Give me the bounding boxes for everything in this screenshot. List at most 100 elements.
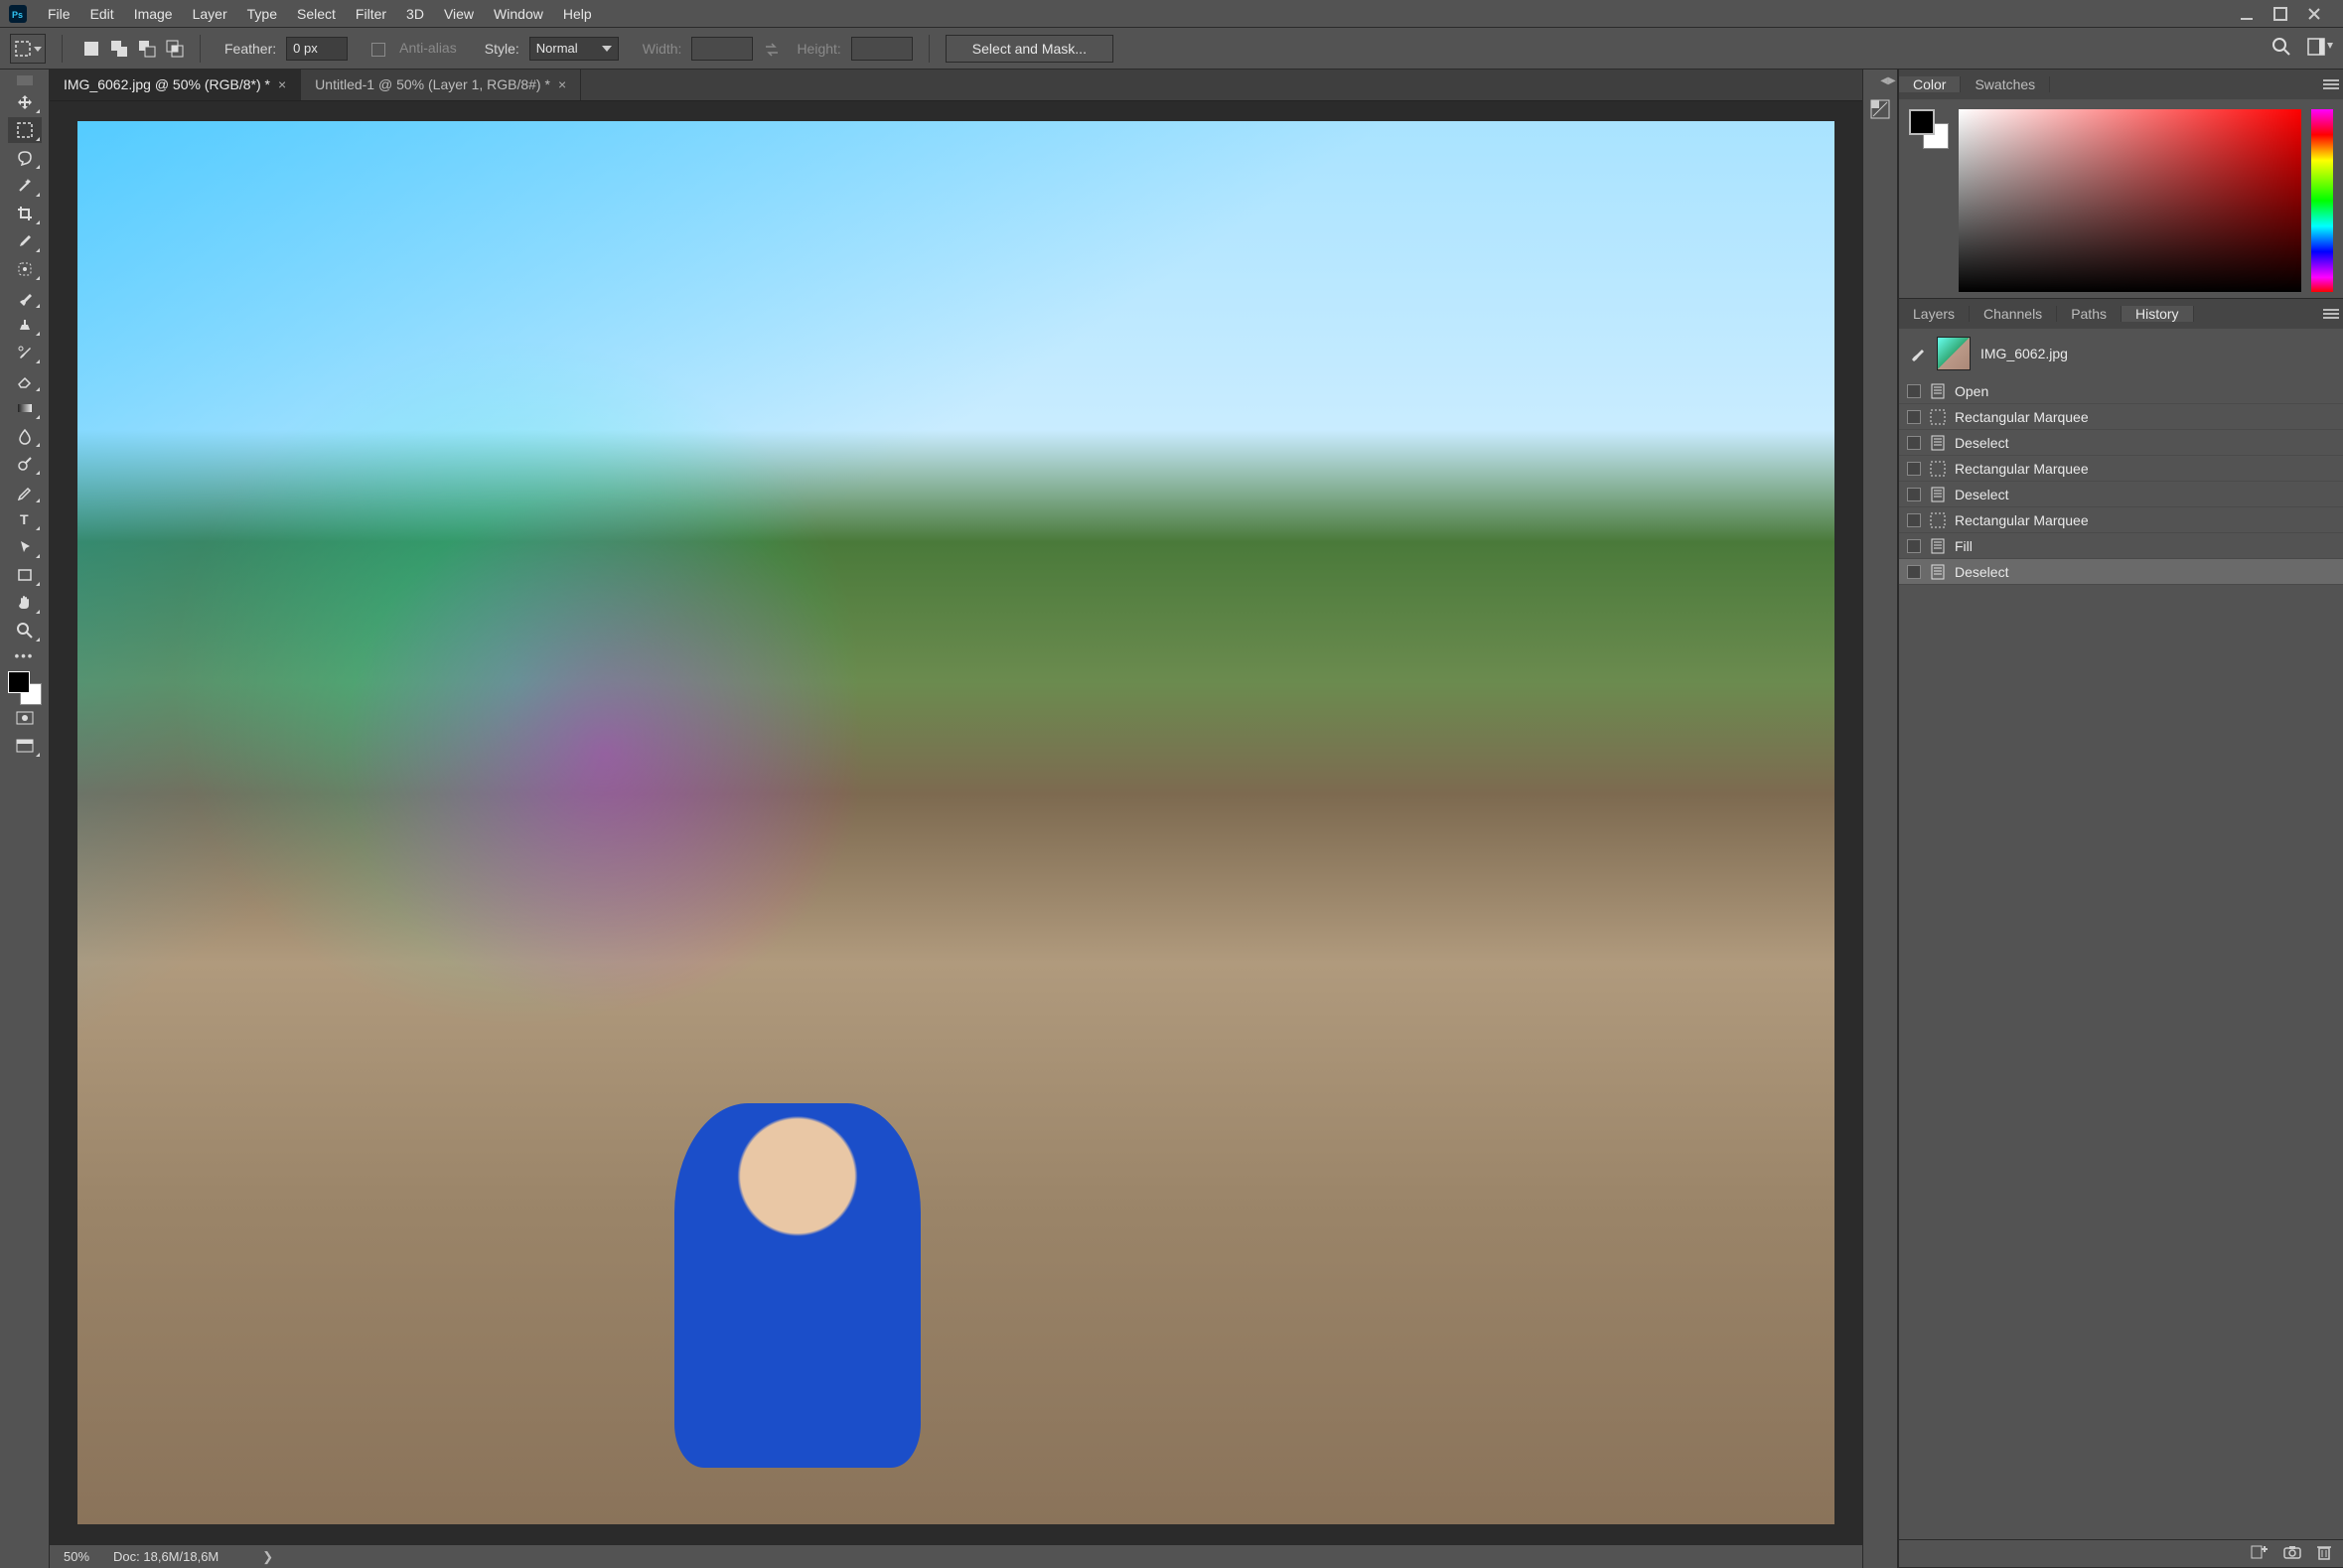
tool-dodge[interactable] bbox=[8, 451, 42, 477]
foreground-background-swatches[interactable] bbox=[8, 671, 42, 705]
tool-eyedropper[interactable] bbox=[8, 228, 42, 254]
toolbox-collapse-handle[interactable] bbox=[17, 75, 33, 85]
menu-item-filter[interactable]: Filter bbox=[346, 2, 396, 26]
tool-spot-heal[interactable] bbox=[8, 256, 42, 282]
menu-item-layer[interactable]: Layer bbox=[183, 2, 237, 26]
history-state-row[interactable]: Open bbox=[1899, 378, 2343, 404]
history-source-toggle[interactable] bbox=[1907, 539, 1921, 553]
history-state-row[interactable]: Deselect bbox=[1899, 559, 2343, 585]
history-state-row[interactable]: Rectangular Marquee bbox=[1899, 456, 2343, 482]
close-tab-icon[interactable]: × bbox=[558, 76, 566, 92]
panel-menu-icon[interactable] bbox=[2319, 299, 2343, 329]
history-state-row[interactable]: Rectangular Marquee bbox=[1899, 507, 2343, 533]
history-state-label: Fill bbox=[1955, 538, 1973, 554]
history-source-toggle[interactable] bbox=[1907, 410, 1921, 424]
history-source-row[interactable]: IMG_6062.jpg bbox=[1899, 329, 2343, 378]
document-image bbox=[77, 121, 1834, 1524]
tool-hand[interactable] bbox=[8, 590, 42, 616]
tool-crop[interactable] bbox=[8, 201, 42, 226]
tool-gradient[interactable] bbox=[8, 395, 42, 421]
quick-mask-button[interactable] bbox=[8, 705, 42, 731]
intersect-selection-icon[interactable] bbox=[166, 40, 184, 58]
tool-rectangle[interactable] bbox=[8, 562, 42, 588]
hue-slider[interactable] bbox=[2311, 109, 2333, 292]
canvas[interactable] bbox=[77, 121, 1834, 1524]
style-value: Normal bbox=[536, 41, 578, 56]
tool-blur[interactable] bbox=[8, 423, 42, 449]
tool-pen[interactable] bbox=[8, 479, 42, 504]
color-field[interactable] bbox=[1959, 109, 2301, 292]
history-source-toggle[interactable] bbox=[1907, 488, 1921, 501]
dock-expand-handle[interactable]: ◀▶ bbox=[1879, 75, 1897, 85]
history-state-row[interactable]: Rectangular Marquee bbox=[1899, 404, 2343, 430]
history-source-toggle[interactable] bbox=[1907, 462, 1921, 476]
menu-item-edit[interactable]: Edit bbox=[80, 2, 124, 26]
window-maximize-icon[interactable] bbox=[2273, 7, 2287, 21]
toolbox: T ••• bbox=[0, 70, 50, 1568]
current-tool-preset[interactable] bbox=[10, 34, 46, 64]
status-menu-icon[interactable]: ❯ bbox=[262, 1549, 273, 1565]
history-source-toggle[interactable] bbox=[1907, 513, 1921, 527]
panel-menu-icon[interactable] bbox=[2319, 70, 2343, 99]
edit-toolbar-button[interactable]: ••• bbox=[8, 645, 42, 665]
tool-magic-wand[interactable] bbox=[8, 173, 42, 199]
workspace-switcher-icon[interactable] bbox=[2307, 38, 2333, 59]
tab-layers[interactable]: Layers bbox=[1899, 306, 1970, 322]
tool-path-selection[interactable] bbox=[8, 534, 42, 560]
new-snapshot-icon[interactable] bbox=[2283, 1545, 2301, 1562]
tab-color[interactable]: Color bbox=[1899, 76, 1961, 92]
tab-history[interactable]: History bbox=[2122, 306, 2194, 322]
close-tab-icon[interactable]: × bbox=[278, 76, 286, 92]
doc-size-info[interactable]: Doc: 18,6M/18,6M bbox=[113, 1549, 219, 1564]
style-select[interactable]: Normal bbox=[529, 37, 619, 61]
tab-paths[interactable]: Paths bbox=[2057, 306, 2122, 322]
tool-move[interactable] bbox=[8, 89, 42, 115]
collapsed-panel-icon[interactable] bbox=[1866, 95, 1894, 123]
tab-swatches[interactable]: Swatches bbox=[1961, 76, 2050, 92]
select-and-mask-button[interactable]: Select and Mask... bbox=[946, 35, 1113, 63]
document-area: IMG_6062.jpg @ 50% (RGB/8*) *×Untitled-1… bbox=[50, 70, 1862, 1568]
document-tab[interactable]: Untitled-1 @ 50% (Layer 1, RGB/8#) *× bbox=[301, 69, 581, 100]
menu-item-file[interactable]: File bbox=[38, 2, 80, 26]
window-minimize-icon[interactable] bbox=[2240, 7, 2254, 21]
add-to-selection-icon[interactable] bbox=[110, 40, 128, 58]
history-state-label: Deselect bbox=[1955, 487, 2008, 502]
new-selection-icon[interactable] bbox=[82, 40, 100, 58]
menu-item-3d[interactable]: 3D bbox=[396, 2, 434, 26]
menu-item-view[interactable]: View bbox=[434, 2, 484, 26]
menu-item-image[interactable]: Image bbox=[124, 2, 183, 26]
menu-item-window[interactable]: Window bbox=[484, 2, 553, 26]
history-source-toggle[interactable] bbox=[1907, 436, 1921, 450]
create-document-from-state-icon[interactable] bbox=[2250, 1544, 2268, 1563]
menu-item-help[interactable]: Help bbox=[553, 2, 602, 26]
subtract-from-selection-icon[interactable] bbox=[138, 40, 156, 58]
document-tab[interactable]: IMG_6062.jpg @ 50% (RGB/8*) *× bbox=[50, 69, 301, 100]
menu-item-type[interactable]: Type bbox=[237, 2, 287, 26]
window-close-icon[interactable] bbox=[2307, 7, 2321, 21]
tab-channels[interactable]: Channels bbox=[1970, 306, 2057, 322]
history-source-toggle[interactable] bbox=[1907, 384, 1921, 398]
canvas-viewport[interactable] bbox=[50, 101, 1862, 1544]
history-state-row[interactable]: Fill bbox=[1899, 533, 2343, 559]
tool-rectangular-marquee[interactable] bbox=[8, 117, 42, 143]
tool-type[interactable]: T bbox=[8, 506, 42, 532]
history-state-label: Rectangular Marquee bbox=[1955, 512, 2089, 528]
tool-eraser[interactable] bbox=[8, 367, 42, 393]
tool-clone-stamp[interactable] bbox=[8, 312, 42, 338]
history-source-toggle[interactable] bbox=[1907, 565, 1921, 579]
screen-mode-button[interactable] bbox=[8, 733, 42, 759]
history-state-row[interactable]: Deselect bbox=[1899, 482, 2343, 507]
color-panel-swatches[interactable] bbox=[1909, 109, 1949, 149]
tool-lasso[interactable] bbox=[8, 145, 42, 171]
tool-brush[interactable] bbox=[8, 284, 42, 310]
color-panel-tabs: ColorSwatches bbox=[1899, 70, 2343, 99]
search-icon[interactable] bbox=[2271, 37, 2291, 60]
delete-state-icon[interactable] bbox=[2317, 1544, 2331, 1563]
feather-input[interactable] bbox=[286, 37, 348, 61]
tool-history-brush[interactable] bbox=[8, 340, 42, 365]
tool-zoom[interactable] bbox=[8, 618, 42, 643]
menu-item-select[interactable]: Select bbox=[287, 2, 346, 26]
zoom-level[interactable]: 50% bbox=[64, 1549, 89, 1564]
history-state-row[interactable]: Deselect bbox=[1899, 430, 2343, 456]
history-state-list: OpenRectangular MarqueeDeselectRectangul… bbox=[1899, 378, 2343, 1539]
